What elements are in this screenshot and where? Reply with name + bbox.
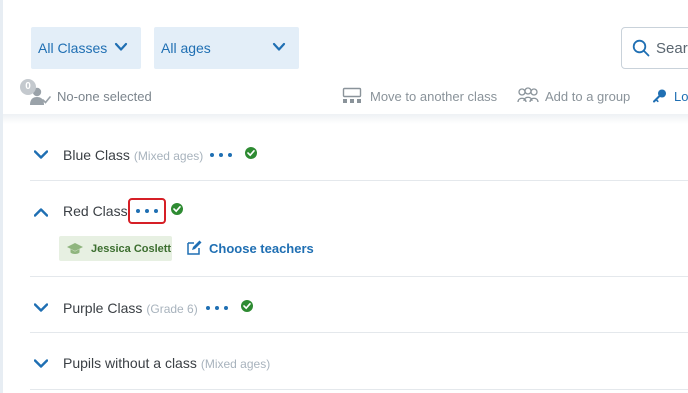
check-icon [245,147,257,159]
group-icon [517,87,539,103]
choose-teachers-label: Choose teachers [209,240,314,256]
selected-count-badge: 0 [20,79,36,95]
left-edge-border [0,0,3,393]
key-icon [653,89,666,103]
class-label: Purple Class [63,300,143,316]
class-row-red [30,181,688,276]
class-name-blue[interactable]: Blue Class (Mixed ages) [63,147,203,163]
age-filter-dropdown[interactable]: All ages [154,27,299,69]
chevron-down-icon[interactable] [34,358,48,370]
edit-icon [187,240,202,255]
menu-highlight-box [128,198,166,224]
selection-status: No-one selected [57,89,152,104]
class-name-unassigned[interactable]: Pupils without a class (Mixed ages) [63,355,270,371]
toolbar-shadow [3,114,688,124]
search-placeholder: Searc [656,39,688,57]
class-age-range: (Grade 6) [146,302,198,316]
teacher-chip[interactable]: Jessica Coslett [59,236,172,261]
check-icon [241,300,253,312]
class-menu-button[interactable] [206,303,228,313]
class-label: Pupils without a class [63,355,197,371]
class-name-purple[interactable]: Purple Class (Grade 6) [63,300,198,316]
class-name-red[interactable]: Red Class [63,203,132,219]
chevron-down-icon [114,42,128,51]
class-menu-button[interactable] [210,150,232,160]
search-input[interactable]: Searc [621,27,688,69]
move-class-icon [342,87,362,103]
class-filter-dropdown[interactable]: All Classes [31,27,141,69]
add-to-group-button[interactable]: Add to a group [545,89,630,104]
class-age-range: (Mixed ages) [200,357,271,371]
check-icon [171,203,183,215]
chevron-down-icon[interactable] [34,302,48,314]
chevron-down-icon[interactable] [34,149,48,161]
chevron-down-icon [272,42,286,51]
row-divider [30,389,688,390]
search-icon [632,39,650,57]
teacher-name: Jessica Coslett [91,242,172,255]
graduation-cap-icon [67,242,83,254]
class-filter-label: All Classes [38,40,108,56]
age-filter-label: All ages [161,40,211,56]
move-to-another-class-button[interactable]: Move to another class [370,89,497,104]
choose-teachers-button[interactable]: Choose teachers [186,240,314,256]
class-label: Red Class [63,203,128,219]
class-label: Blue Class [63,147,130,163]
login-details-button[interactable]: Lo [674,89,688,104]
class-age-range: (Mixed ages) [133,149,204,163]
chevron-up-icon[interactable] [34,206,48,218]
